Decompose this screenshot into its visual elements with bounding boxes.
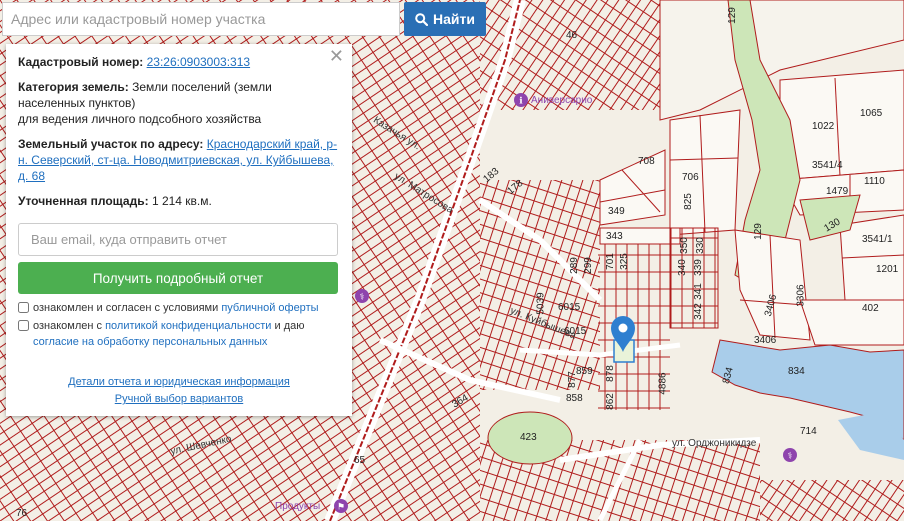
report-details-link[interactable]: Детали отчета и юридическая информация — [68, 376, 290, 388]
poi-marker-icon[interactable]: ℹ — [514, 93, 528, 107]
close-icon[interactable]: ✕ — [329, 46, 344, 66]
parcel-number-label: 858 — [566, 393, 583, 404]
parcel-number-label: 862 — [604, 393, 616, 410]
parcel-number-label: 349 — [608, 206, 625, 217]
area-label: Уточненная площадь: — [18, 194, 149, 208]
public-offer-link[interactable]: публичной оферты — [221, 302, 318, 314]
parcel-number-label: 4886 — [657, 372, 669, 395]
land-category-label: Категория земель: — [18, 80, 129, 94]
land-category-row: Категория земель: Земли поселений (земли… — [18, 79, 340, 127]
area-value: 1 214 кв.м. — [151, 194, 212, 208]
parcel-number-label: 46 — [566, 30, 578, 41]
parcel-number-label: 65 — [354, 455, 366, 466]
svg-text:⚑: ⚑ — [337, 502, 345, 512]
parcel-number-label: 706 — [682, 172, 699, 183]
parcel-number-label: 339 — [692, 259, 704, 276]
parcel-number-label: 3541/4 — [812, 160, 843, 171]
offer-checkbox[interactable] — [18, 302, 29, 313]
parcels-southeast — [760, 480, 904, 521]
parcel-info-panel: ✕ Кадастровый номер: 23:26:0903003:313 К… — [6, 44, 352, 416]
parcel-number-label: 340 — [676, 259, 688, 276]
parcel-number-label: 859 — [576, 366, 593, 377]
privacy-agreement-text: ознакомлен с политикой конфиденциальност… — [33, 320, 305, 348]
address-row: Земельный участок по адресу: Краснодарск… — [18, 136, 340, 184]
parcel-number-label: 129 — [752, 223, 764, 240]
area-row: Уточненная площадь: 1 214 кв.м. — [18, 193, 340, 209]
parcel-number-label: 129 — [726, 7, 738, 24]
parcel-number-label: 714 — [800, 426, 817, 437]
search-input[interactable] — [2, 2, 400, 36]
panel-footer-links: Детали отчета и юридическая информация Р… — [18, 374, 340, 407]
cadastral-number-link[interactable]: 23:26:0903003:313 — [147, 55, 250, 69]
parcel-number-label: 343 — [606, 231, 623, 242]
parcel-number-label: 825 — [682, 193, 694, 210]
land-use-value: для ведения личного подсобного хозяйства — [18, 112, 262, 126]
parcel-number-label: 1201 — [876, 264, 899, 275]
street-label: ул. Орджоникидзе — [672, 438, 757, 449]
parcel-number-label: 330 — [694, 237, 706, 254]
parcel-number-label: 1110 — [864, 176, 885, 187]
svg-text:⚕: ⚕ — [788, 451, 793, 461]
poi-marker-icon[interactable]: ⚕ — [783, 448, 797, 462]
manual-selection-link[interactable]: Ручной выбор вариантов — [115, 393, 243, 405]
search-button[interactable]: Найти — [404, 2, 486, 36]
offer-agreement-text: ознакомлен и согласен с условиями публич… — [33, 302, 319, 314]
poi-marker-icon[interactable]: ⚕ — [355, 289, 369, 303]
email-field[interactable] — [18, 223, 338, 256]
poi-marker-icon[interactable]: ⚑ — [334, 499, 348, 513]
parcel-number-label: 1065 — [860, 108, 883, 119]
parcel-number-label: 342 — [692, 303, 704, 320]
poi-label: Аниверсарио — [531, 95, 593, 106]
parcel-number-label: 834 — [788, 366, 805, 377]
address-label: Земельный участок по адресу: — [18, 137, 204, 151]
personal-data-consent-link[interactable]: согласие на обработку персональных данны… — [33, 336, 267, 348]
parcel-number-label: 1022 — [812, 121, 835, 132]
privacy-policy-link[interactable]: политикой конфиденциальности — [105, 320, 271, 332]
parcel-number-label: 299 — [582, 257, 594, 274]
parcel-number-label: 289 — [568, 257, 580, 274]
parcel-number-label: 402 — [862, 303, 879, 314]
parcel-number-label: 878 — [604, 365, 616, 382]
get-report-button[interactable]: Получить подробный отчет — [18, 262, 338, 294]
parcel-number-label: 1479 — [826, 186, 849, 197]
parcel-number-label: 341 — [692, 283, 704, 300]
svg-text:⚕: ⚕ — [360, 292, 365, 302]
parcel-number-label: 3541/1 — [862, 234, 893, 245]
search-button-label: Найти — [433, 11, 475, 27]
cadastral-number-label: Кадастровый номер: — [18, 55, 144, 69]
parcel-number-label: 6015 — [558, 302, 581, 313]
privacy-checkbox[interactable] — [18, 320, 29, 331]
parcel-number-label: 76 — [16, 508, 28, 519]
privacy-agreement-row: ознакомлен с политикой конфиденциальност… — [18, 318, 340, 350]
parcel-number-label: 3306 — [795, 284, 807, 307]
parcel-number-label: 350 — [678, 237, 690, 254]
parcel-number-label: 708 — [638, 156, 655, 167]
cadastral-number-row: Кадастровый номер: 23:26:0903003:313 — [18, 54, 340, 70]
parcel-number-label: 701 — [604, 253, 616, 270]
offer-agreement-row: ознакомлен и согласен с условиями публич… — [18, 300, 340, 316]
poi-label: Продукты — [275, 501, 321, 512]
search-icon — [415, 12, 429, 26]
parcel-number-label: 423 — [520, 432, 537, 443]
parcel-number-label: 5039 — [535, 292, 547, 315]
parcel-number-label: 325 — [618, 253, 630, 270]
parcel-number-label: 3406 — [754, 335, 777, 346]
svg-text:ℹ: ℹ — [519, 96, 523, 106]
